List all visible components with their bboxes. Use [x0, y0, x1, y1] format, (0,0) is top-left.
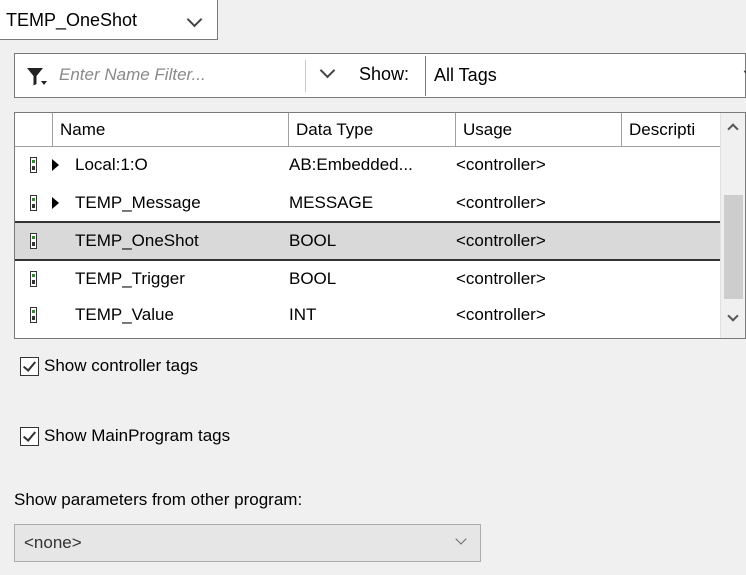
show-controller-tags-label: Show controller tags: [44, 356, 199, 375]
vertical-scrollbar[interactable]: [720, 113, 745, 338]
tag-grid: Name Data Type Usage Descripti Local:1:O…: [14, 112, 746, 339]
data-type-cell: BOOL: [289, 231, 337, 250]
tag-icon: [30, 233, 37, 249]
column-header-label: Descripti: [629, 120, 696, 139]
usage-cell: <controller>: [456, 193, 546, 212]
tag-icon: [30, 195, 37, 211]
row-header-corner: [15, 113, 53, 147]
table-row[interactable]: TEMP_Message MESSAGE <controller>: [15, 185, 721, 221]
column-header-description[interactable]: Descripti: [622, 113, 720, 147]
tag-name-combo[interactable]: TEMP_OneShot: [0, 0, 218, 40]
tag-name-cell: TEMP_Message: [75, 193, 201, 212]
usage-cell: <controller>: [456, 231, 546, 250]
show-label: Show:: [359, 64, 410, 84]
scrollbar-thumb[interactable]: [724, 195, 743, 299]
name-filter-input[interactable]: [59, 62, 299, 88]
divider: [305, 60, 306, 92]
chevron-down-icon[interactable]: [455, 533, 467, 545]
data-type-cell: BOOL: [289, 269, 337, 288]
show-controller-tags-checkbox[interactable]: [20, 357, 39, 376]
usage-cell: <controller>: [456, 269, 546, 288]
usage-cell: <controller>: [456, 155, 546, 174]
other-program-select[interactable]: <none>: [14, 524, 481, 562]
expand-arrow-icon[interactable]: [52, 197, 59, 209]
tag-name-value: TEMP_OneShot: [6, 10, 138, 30]
other-program-value: <none>: [24, 533, 82, 552]
filter-dropdown-chevron-icon[interactable]: [319, 62, 336, 79]
table-row[interactable]: TEMP_Value INT <controller>: [15, 297, 721, 333]
column-header-data-type[interactable]: Data Type: [289, 113, 456, 147]
filter-bar: Show: All Tags: [14, 53, 746, 98]
filter-icon[interactable]: [25, 66, 49, 88]
column-header-label: Usage: [463, 120, 513, 139]
column-header-usage[interactable]: Usage: [456, 113, 622, 147]
show-mainprogram-tags-label: Show MainProgram tags: [44, 426, 231, 445]
table-row[interactable]: TEMP_Trigger BOOL <controller>: [15, 261, 721, 297]
tag-name-cell: TEMP_Trigger: [75, 269, 185, 288]
data-type-cell: MESSAGE: [289, 193, 374, 212]
tag-name-cell: TEMP_OneShot: [75, 231, 199, 250]
tag-icon: [30, 271, 37, 287]
show-mainprogram-tags-checkbox[interactable]: [20, 427, 39, 446]
tag-name-cell: Local:1:O: [75, 155, 148, 174]
chevron-down-icon[interactable]: [186, 11, 203, 28]
table-row[interactable]: Local:1:O AB:Embedded... <controller>: [15, 147, 721, 183]
data-type-cell: INT: [289, 305, 317, 324]
scroll-down-icon[interactable]: [727, 310, 739, 322]
show-select[interactable]: All Tags: [425, 56, 746, 96]
tag-icon: [30, 307, 37, 323]
usage-cell: <controller>: [456, 305, 546, 324]
expand-arrow-icon[interactable]: [52, 159, 59, 171]
tag-icon: [30, 157, 37, 173]
other-program-label: Show parameters from other program:: [14, 490, 303, 509]
tag-name-cell: TEMP_Value: [75, 305, 174, 324]
table-row-selected[interactable]: TEMP_OneShot BOOL <controller>: [15, 221, 721, 261]
column-header-label: Name: [60, 120, 106, 139]
column-header-label: Data Type: [296, 120, 374, 139]
data-type-cell: AB:Embedded...: [289, 155, 413, 174]
show-select-value: All Tags: [434, 65, 497, 85]
scroll-up-icon[interactable]: [727, 123, 739, 135]
column-header-name[interactable]: Name: [53, 113, 320, 147]
